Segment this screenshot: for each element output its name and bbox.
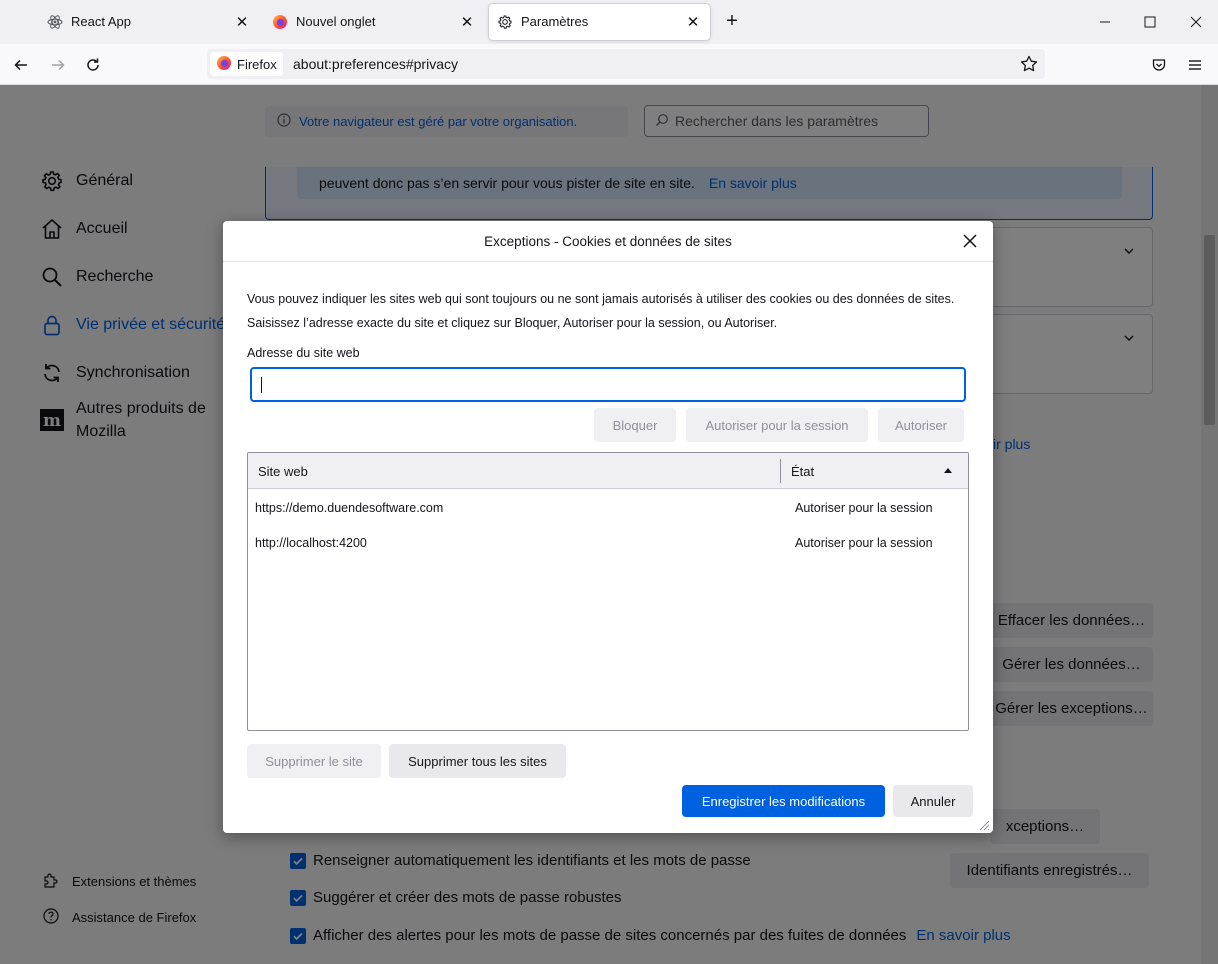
- url-text[interactable]: about:preferences#privacy: [293, 56, 458, 72]
- new-tab-button[interactable]: +: [722, 11, 742, 32]
- reload-icon[interactable]: [82, 54, 104, 76]
- close-tab-icon[interactable]: ✕: [233, 13, 251, 31]
- cancel-button[interactable]: Annuler: [893, 785, 973, 817]
- column-header-site[interactable]: Site web: [258, 464, 308, 479]
- status-cell: Autoriser pour la session: [795, 501, 933, 515]
- hamburger-menu-icon[interactable]: [1184, 54, 1206, 76]
- close-tab-icon[interactable]: ✕: [684, 13, 702, 31]
- block-button[interactable]: Bloquer: [594, 408, 676, 442]
- forward-arrow-icon[interactable]: [47, 54, 69, 76]
- dialog-title: Exceptions - Cookies et données de sites: [484, 233, 732, 249]
- allow-button[interactable]: Autoriser: [878, 408, 964, 442]
- close-tab-icon[interactable]: ✕: [458, 13, 476, 31]
- resize-grip-icon[interactable]: [978, 818, 990, 831]
- tab-strip: React App ✕ Nouvel onglet ✕ Paramètres ✕…: [0, 0, 1218, 44]
- tab-settings[interactable]: Paramètres ✕: [489, 4, 710, 40]
- gear-icon: [497, 14, 513, 30]
- navigation-toolbar: Firefox about:preferences#privacy: [0, 44, 1218, 85]
- url-bar[interactable]: Firefox about:preferences#privacy: [207, 49, 1045, 79]
- identity-label: Firefox: [237, 56, 277, 72]
- address-label: Adresse du site web: [247, 346, 360, 360]
- react-icon: [47, 14, 63, 30]
- site-cell: http://localhost:4200: [255, 536, 367, 550]
- maximize-icon[interactable]: [1140, 12, 1160, 32]
- remove-site-button[interactable]: Supprimer le site: [247, 744, 381, 778]
- status-cell: Autoriser pour la session: [795, 536, 933, 550]
- bookmark-star-icon[interactable]: [1019, 54, 1039, 74]
- table-header: Site web État: [248, 453, 968, 489]
- firefox-icon: [216, 55, 232, 74]
- dialog-description: Vous pouvez indiquer les sites web qui s…: [247, 292, 955, 330]
- tab-new-tab[interactable]: Nouvel onglet ✕: [264, 4, 484, 40]
- cookie-exceptions-dialog: Exceptions - Cookies et données de sites…: [223, 221, 993, 833]
- back-arrow-icon[interactable]: [10, 54, 32, 76]
- minimize-icon[interactable]: [1095, 12, 1115, 32]
- tab-label: Paramètres: [521, 14, 589, 29]
- tab-label: React App: [71, 14, 131, 29]
- remove-all-sites-button[interactable]: Supprimer tous les sites: [389, 744, 566, 778]
- firefox-icon: [272, 14, 288, 30]
- allow-session-button[interactable]: Autoriser pour la session: [686, 408, 868, 442]
- table-row[interactable]: https://demo.duendesoftware.com Autorise…: [248, 490, 968, 525]
- table-row[interactable]: http://localhost:4200 Autoriser pour la …: [248, 525, 968, 560]
- identity-box[interactable]: Firefox: [210, 52, 283, 76]
- tab-label: Nouvel onglet: [296, 14, 376, 29]
- save-changes-button[interactable]: Enregistrer les modifications: [682, 785, 885, 817]
- exceptions-table[interactable]: Site web État https://demo.duendesoftwar…: [247, 452, 969, 731]
- window-close-icon[interactable]: [1186, 12, 1206, 32]
- site-cell: https://demo.duendesoftware.com: [255, 501, 444, 515]
- tab-react-app[interactable]: React App ✕: [39, 4, 259, 40]
- pocket-icon[interactable]: [1148, 54, 1170, 76]
- text-caret: [261, 377, 262, 393]
- dialog-titlebar: Exceptions - Cookies et données de sites: [223, 221, 993, 262]
- column-header-status[interactable]: État: [791, 464, 814, 479]
- column-separator[interactable]: [780, 459, 781, 483]
- close-icon[interactable]: [961, 232, 979, 250]
- site-address-input[interactable]: [250, 367, 966, 402]
- sort-ascending-icon: [944, 468, 952, 473]
